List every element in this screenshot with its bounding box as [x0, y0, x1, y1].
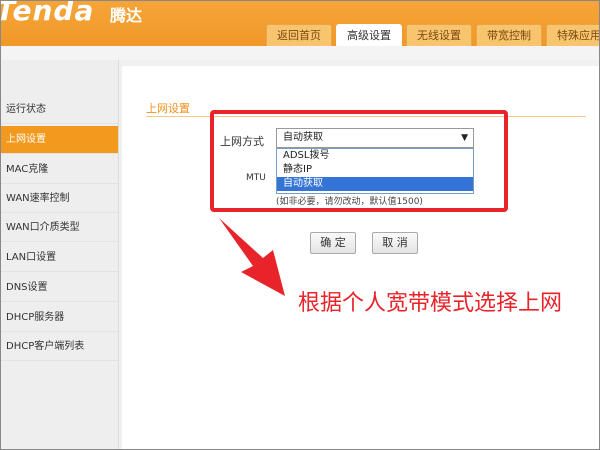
cancel-button[interactable]: 取 消 — [372, 232, 418, 254]
highlight-box — [210, 110, 508, 212]
sidebar-item-wan-media[interactable]: WAN口介质类型 — [0, 214, 118, 242]
sidebar-item-status[interactable]: 运行状态 — [0, 96, 118, 124]
brand-logo-cn: 腾达 — [110, 6, 143, 25]
sidebar-item-dns-settings[interactable]: DNS设置 — [0, 274, 118, 302]
tab-advanced-settings[interactable]: 高级设置 — [336, 24, 402, 46]
tab-bandwidth-control[interactable]: 带宽控制 — [476, 24, 542, 46]
top-nav-tabs: 返回首页 高级设置 无线设置 带宽控制 特殊应用 — [266, 24, 600, 46]
ok-button[interactable]: 确 定 — [310, 232, 356, 254]
header: Tenda 腾达 返回首页 高级设置 无线设置 带宽控制 特殊应用 — [0, 0, 600, 46]
section-title: 上网设置 — [146, 102, 190, 115]
sidebar-item-mac-clone[interactable]: MAC克隆 — [0, 156, 118, 184]
sidebar-item-wan-speed[interactable]: WAN速率控制 — [0, 185, 118, 213]
sidebar-item-dhcp-server[interactable]: DHCP服务器 — [0, 304, 118, 332]
tab-strip — [0, 46, 600, 60]
tab-home[interactable]: 返回首页 — [266, 24, 332, 46]
arrow-icon — [219, 218, 285, 296]
annotation-text: 根据个人宽带模式选择上网 — [298, 291, 563, 316]
brand-logo: Tenda — [0, 0, 95, 27]
sidebar: 运行状态 上网设置 MAC克隆 WAN速率控制 WAN口介质类型 LAN口设置 … — [0, 60, 119, 450]
sidebar-item-lan-settings[interactable]: LAN口设置 — [0, 244, 118, 272]
sidebar-item-internet-settings[interactable]: 上网设置 — [0, 126, 118, 154]
tab-wireless-settings[interactable]: 无线设置 — [406, 24, 472, 46]
tab-special-apps[interactable]: 特殊应用 — [546, 24, 600, 46]
sidebar-item-dhcp-clients[interactable]: DHCP客户端列表 — [0, 333, 118, 361]
